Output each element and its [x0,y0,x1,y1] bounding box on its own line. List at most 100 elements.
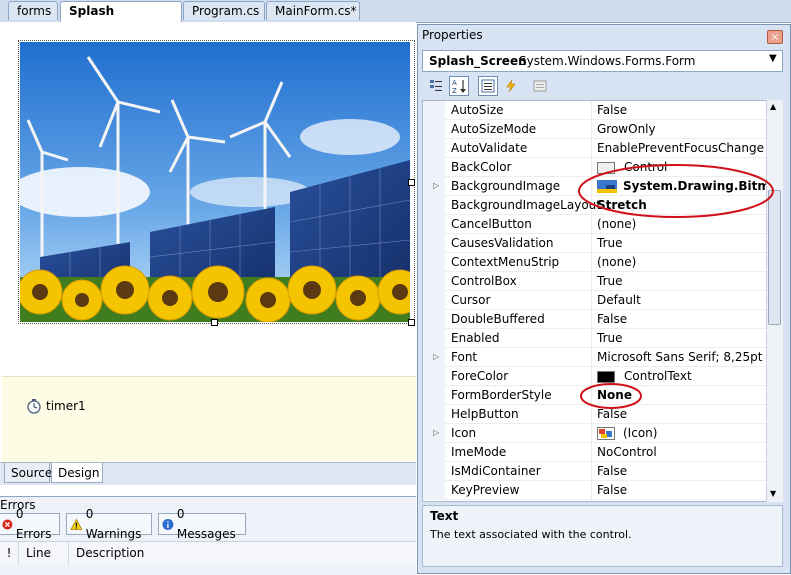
column-description[interactable]: Description [76,542,276,564]
property-row-cursor[interactable]: Cursor Default [423,291,767,310]
property-pages-button[interactable] [530,76,550,96]
property-row-enabled[interactable]: Enabled True [423,329,767,348]
property-name: CausesValidation [451,236,554,250]
property-value[interactable]: ControlText [597,367,692,386]
property-value-text: Stretch [597,198,647,212]
component-tray [2,376,416,463]
alphabetical-button[interactable]: AZ [449,76,469,96]
view-tab-strip: Source Design [0,462,416,485]
properties-toolbar: AZ [422,75,783,97]
row-gutter [423,158,445,177]
property-row-font[interactable]: ▷ Font Microsoft Sans Serif; 8,25pt [423,348,767,367]
property-name: Cursor [451,293,491,307]
property-value[interactable]: False [597,101,627,120]
property-value[interactable]: GrowOnly [597,120,656,139]
form-icon [597,427,615,440]
column-line[interactable]: Line [26,542,69,564]
timer-label: timer1 [46,399,86,413]
resize-handle-bottom[interactable] [211,319,218,326]
property-row-ismdicontainer[interactable]: IsMdiContainer False [423,462,767,481]
row-gutter [423,310,445,329]
property-value[interactable]: False [597,481,627,500]
property-row-controlbox[interactable]: ControlBox True [423,272,767,291]
property-row-doublebuffered[interactable]: DoubleBuffered False [423,310,767,329]
column-severity[interactable]: ! [0,542,19,564]
expand-icon[interactable]: ▷ [433,352,439,361]
splash-background-image[interactable] [20,42,410,322]
color-swatch [597,370,615,383]
tab-program[interactable]: Program.cs [183,1,265,20]
property-value[interactable]: True [597,234,623,253]
tab-design-label: Design [58,466,100,480]
property-value[interactable]: (none) [597,215,636,234]
property-value-text: NoControl [597,445,657,459]
error-icon [2,518,13,530]
info-icon [162,518,174,530]
property-value[interactable]: System.Drawing.Bitmap [597,177,782,196]
messages-filter-button[interactable]: 0 Messages [158,507,246,541]
property-row-autosize[interactable]: AutoSize False [423,101,767,120]
property-row-imemode[interactable]: ImeMode NoControl [423,443,767,462]
scroll-down-icon[interactable]: ▼ [770,489,776,498]
scrollbar-thumb[interactable] [768,190,781,325]
property-value[interactable]: EnablePreventFocusChange [597,139,764,158]
row-gutter [423,367,445,386]
property-row-icon[interactable]: ▷ Icon (Icon) [423,424,767,443]
close-icon[interactable]: × [767,30,783,44]
sort-alphabetical-icon: AZ [452,79,466,94]
property-value[interactable]: NoControl [597,443,657,462]
tab-mainform[interactable]: MainForm.cs* [266,1,360,20]
warnings-filter-button[interactable]: 0 Warnings [66,507,152,541]
property-row-autosizemode[interactable]: AutoSizeMode GrowOnly [423,120,767,139]
property-row-backcolor[interactable]: BackColor Control [423,158,767,177]
property-row-cancelbutton[interactable]: CancelButton (none) [423,215,767,234]
tab-label: MainForm.cs* [275,4,357,18]
resize-handle-right[interactable] [408,179,415,186]
tab-forms[interactable]: forms [8,1,58,20]
property-value[interactable]: Default [597,291,641,310]
property-value-text: False [597,464,628,478]
property-value[interactable]: Control [597,158,667,177]
timer-component[interactable]: timer1 [26,398,86,414]
property-row-backgroundimage[interactable]: ▷ BackgroundImage System.Drawing.Bitmap [423,177,782,196]
property-row-forecolor[interactable]: ForeColor ControlText [423,367,767,386]
property-value-text: Control [624,160,668,174]
scroll-up-icon[interactable]: ▲ [770,102,776,111]
tab-source[interactable]: Source [4,463,52,483]
property-value[interactable]: True [597,329,623,348]
property-row-keypreview[interactable]: KeyPreview False [423,481,767,500]
property-value[interactable]: False [597,310,627,329]
property-name: ContextMenuStrip [451,255,560,269]
timer-icon [27,399,41,414]
property-value[interactable]: Microsoft Sans Serif; 8,25pt [597,348,762,367]
resize-handle-bottom-right[interactable] [408,319,415,326]
svg-text:A: A [452,79,457,87]
row-gutter [423,481,445,500]
expand-icon[interactable]: ▷ [433,181,439,190]
tab-design[interactable]: Design [51,463,103,483]
events-button[interactable] [501,76,521,96]
property-value[interactable]: False [597,462,627,481]
property-value[interactable]: (Icon) [597,424,657,443]
description-title: Text [430,509,459,523]
property-row-backgroundimagelayout[interactable]: BackgroundImageLayout Stretch [423,196,767,215]
property-row-contextmenustrip[interactable]: ContextMenuStrip (none) [423,253,767,272]
object-selector[interactable]: Splash_Screen System.Windows.Forms.Form … [422,50,783,72]
object-type: System.Windows.Forms.Form [519,54,696,68]
property-name: AutoSizeMode [451,122,537,136]
property-row-causesvalidation[interactable]: CausesValidation True [423,234,767,253]
properties-view-button[interactable] [478,76,498,96]
property-value[interactable]: Stretch [597,196,647,215]
errors-filter-button[interactable]: 0 Errors [0,507,60,541]
categorized-button[interactable] [426,76,446,96]
property-value[interactable]: False [597,405,627,424]
row-gutter [423,462,445,481]
property-value[interactable]: (none) [597,253,636,272]
property-value[interactable]: True [597,272,623,291]
tab-splash-screen[interactable]: Splash Screen.cs* [60,1,182,37]
expand-icon[interactable]: ▷ [433,428,439,437]
property-row-formborderstyle[interactable]: FormBorderStyle None [423,386,767,405]
property-value[interactable]: None [597,386,632,405]
property-row-autovalidate[interactable]: AutoValidate EnablePreventFocusChange [423,139,767,158]
property-row-helpbutton[interactable]: HelpButton False [423,405,767,424]
